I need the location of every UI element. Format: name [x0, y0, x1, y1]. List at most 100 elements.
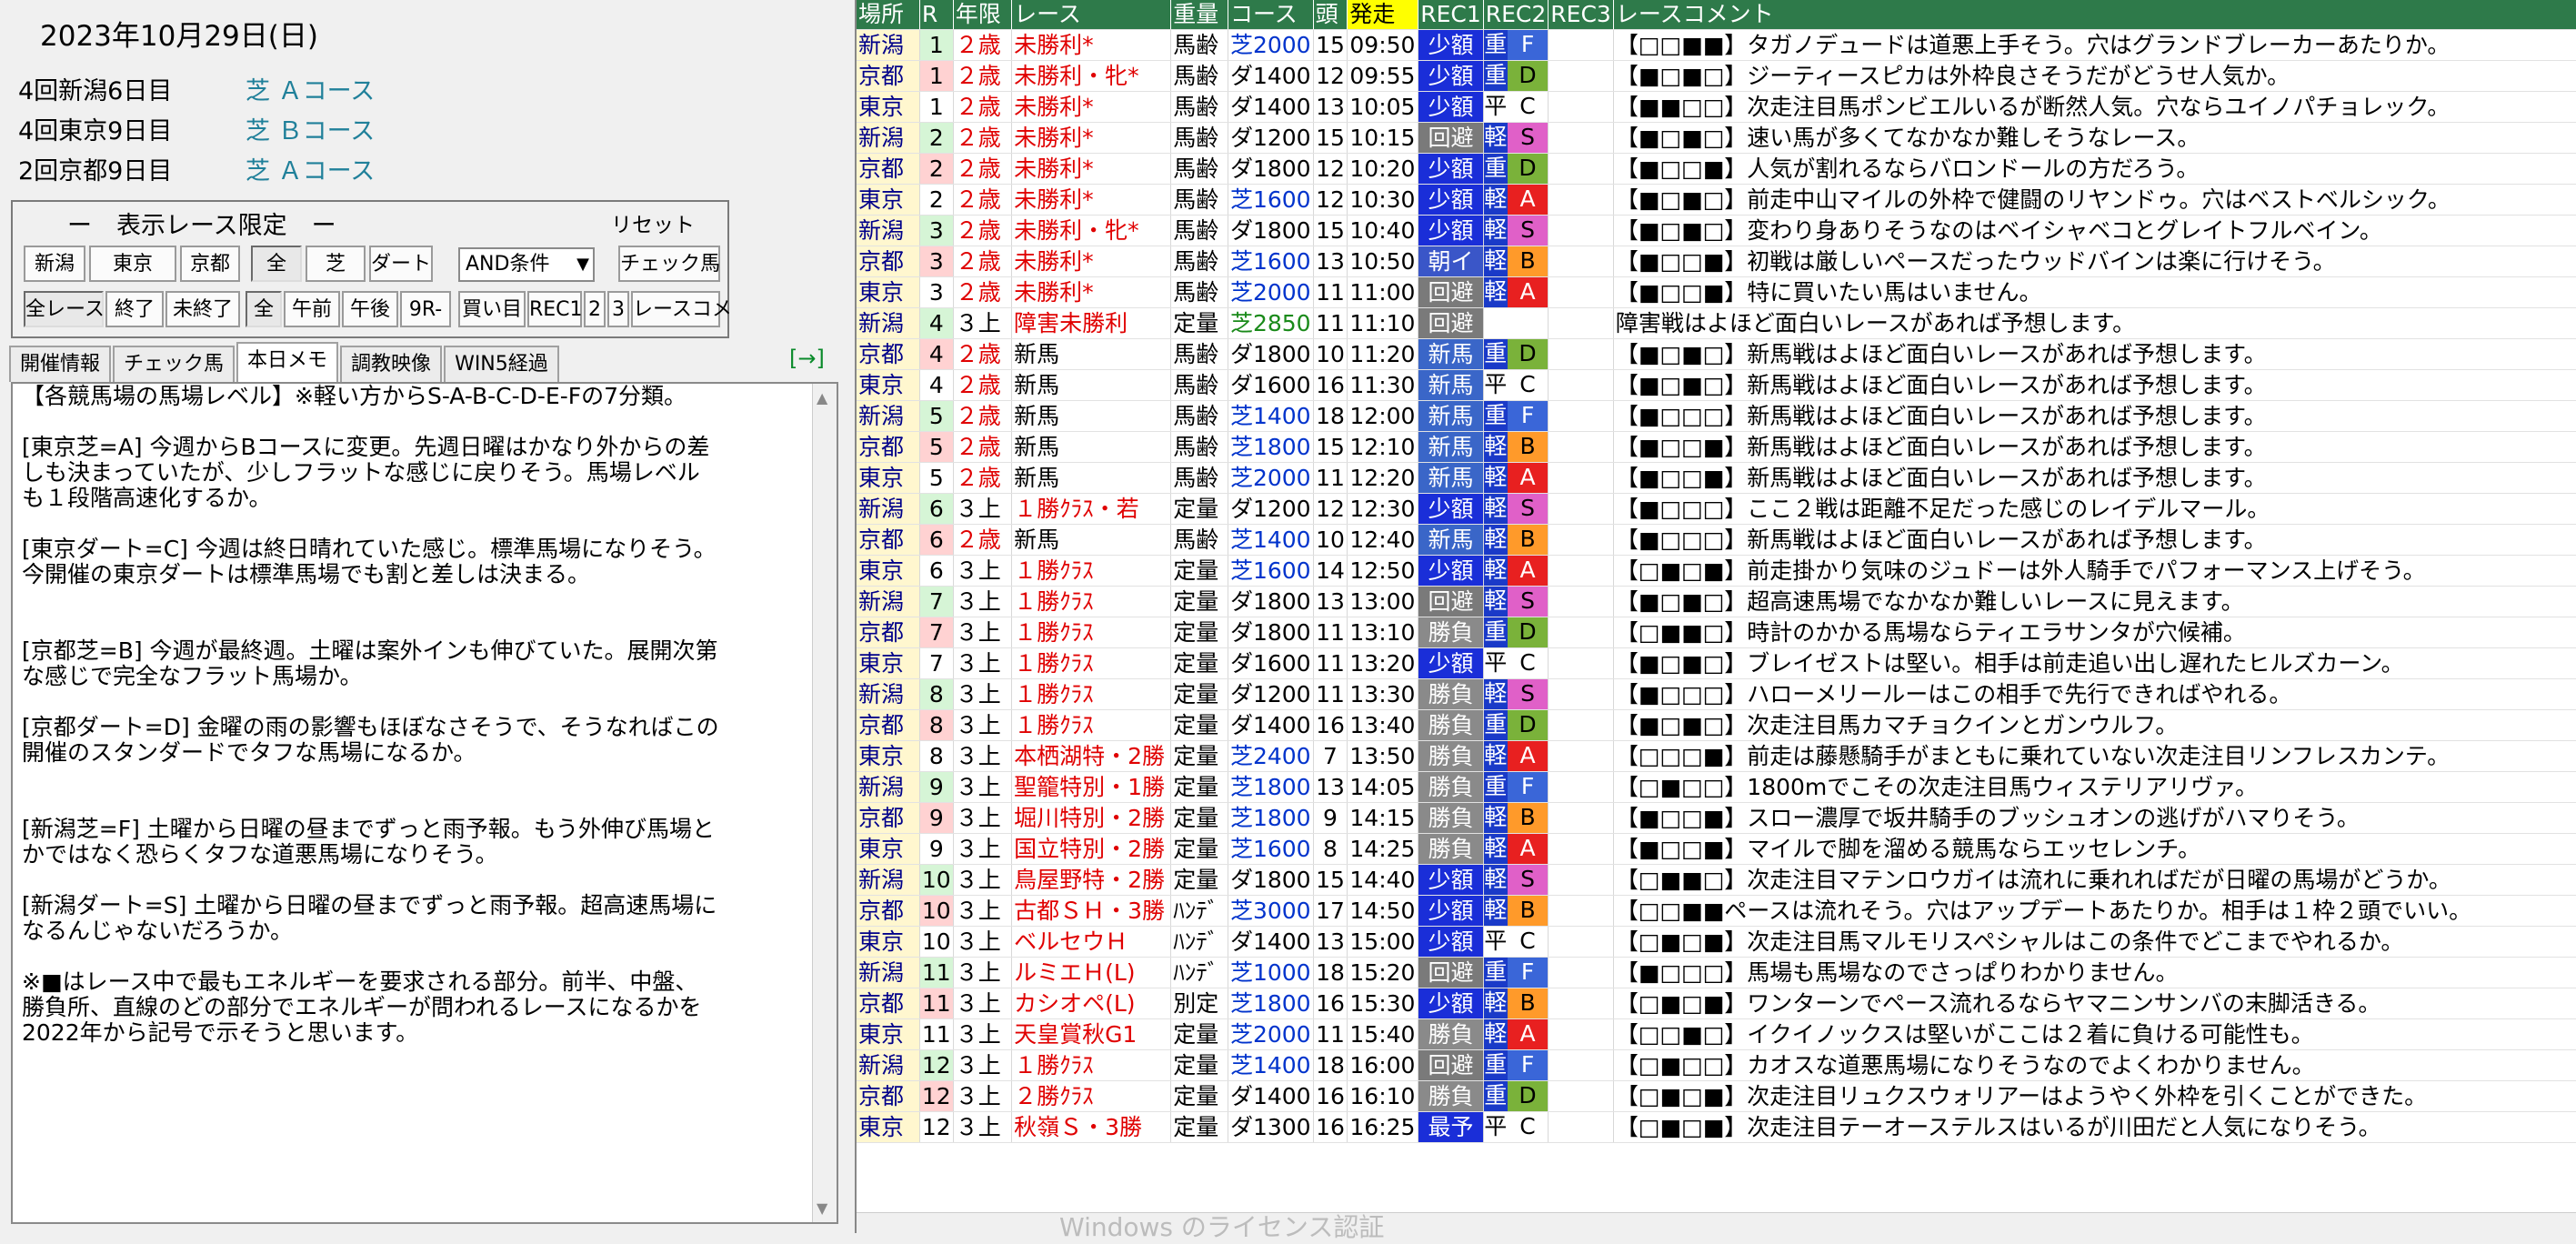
table-row[interactable]: 新潟 10 ３上 鳥屋野特・2勝 定量 ダ1800 15 14:40 少額軽 S 【□■■□】次走注… [857, 864, 2576, 896]
column-header[interactable]: R [919, 0, 954, 30]
age-cell: ２歳 [953, 524, 1013, 556]
scope-finished-button[interactable]: 終了 [105, 291, 164, 327]
runners-cell: 17 [1313, 895, 1348, 927]
table-row[interactable]: 新潟 12 ３上 １勝ｸﾗｽ 定量 芝1400 18 16:00 回避重 F 【□■□□】カオスな道… [857, 1049, 2576, 1081]
surface-all-button[interactable]: 全 [251, 246, 302, 282]
rec1-cell: 新馬 [1418, 400, 1484, 432]
scroll-up-icon[interactable]: ▲ [817, 389, 827, 406]
table-row[interactable]: 新潟 8 ３上 １勝ｸﾗｽ 定量 ダ1200 11 13:30 勝負軽 S 【■□□□】ハローメリー… [857, 678, 2576, 710]
column-header[interactable]: レースコメント [1613, 0, 2576, 30]
table-row[interactable]: 東京 7 ３上 １勝ｸﾗｽ 定量 ダ1600 11 13:20 少額平 C 【■□■□】ブレイゼスト… [857, 647, 2576, 679]
table-row[interactable]: 新潟 4 ３上 障害未勝利 定量 芝2850 11 11:10 回避 障害戦はよほど面白いレースが… [857, 307, 2576, 339]
table-row[interactable]: 京都 12 ３上 ２勝ｸﾗｽ 定量 ダ1400 16 16:10 勝負重 D 【□■□■】次走注目リ… [857, 1080, 2576, 1112]
table-row[interactable]: 京都 5 ２歳 新馬 馬齢 芝1800 15 12:10 新馬軽 B 【■□□■】新馬戦はよほど面白… [857, 431, 2576, 463]
table-row[interactable]: 新潟 2 ２歳 未勝利* 馬齢 ダ1200 15 10:15 回避軽 S 【■□■□】速い馬が多くて… [857, 122, 2576, 154]
course-cell: 芝1400 [1228, 400, 1314, 432]
time-afternoon-button[interactable]: 午後 [342, 291, 398, 327]
table-row[interactable]: 東京 2 ２歳 未勝利* 馬齢 芝1600 12 10:30 少額軽 A 【■□■□】前走中山マイル… [857, 184, 2576, 216]
table-row[interactable]: 京都 1 ２歳 未勝利・牝* 馬齢 ダ1400 12 09:55 少額重 D 【■□■□】ジーティー… [857, 60, 2576, 92]
column-header[interactable]: 頭 [1313, 0, 1348, 30]
scope-all-races-button[interactable]: 全レース [24, 291, 105, 327]
table-row[interactable]: 京都 10 ３上 古都ＳＨ・3勝 ﾊﾝﾃﾞ 芝3000 17 14:50 少額軽 B 【□□■■ペー… [857, 895, 2576, 927]
table-row[interactable]: 京都 6 ２歳 新馬 馬齢 芝1400 10 12:40 新馬軽 B 【■□□□】新馬戦はよほど面白… [857, 524, 2576, 556]
age-cell: ２歳 [953, 215, 1013, 246]
column-header[interactable]: REC3 [1548, 0, 1614, 30]
buy-target-button[interactable]: 買い目 [458, 291, 526, 327]
tab-today-memo[interactable]: 本日メモ [236, 342, 339, 382]
rec3-cell [1548, 60, 1614, 92]
table-row[interactable]: 新潟 1 ２歳 未勝利* 馬齢 芝2000 15 09:50 少額重 F 【□□■■】タガノデュード… [857, 29, 2576, 61]
column-header[interactable]: 年限 [953, 0, 1013, 30]
table-row[interactable]: 京都 4 ２歳 新馬 馬齢 ダ1800 10 11:20 新馬重 D 【■□■□】新馬戦はよほど面白… [857, 338, 2576, 370]
table-row[interactable]: 東京 1 ２歳 未勝利* 馬齢 ダ1400 13 10:05 少額平 C 【■■□□】次走注目馬ポン… [857, 91, 2576, 123]
table-row[interactable]: 東京 6 ３上 １勝ｸﾗｽ 定量 芝1600 14 12:50 少額軽 A 【□■□■】前走掛かり気… [857, 555, 2576, 587]
vertical-scrollbar[interactable]: ▲ ▼ [812, 384, 837, 1222]
condition-select[interactable]: AND条件 ▼ [458, 247, 595, 282]
table-row[interactable]: 新潟 7 ３上 １勝ｸﾗｽ 定量 ダ1800 13 13:00 回避軽 S 【■□■□】超高速馬場で… [857, 586, 2576, 617]
race-comment-cell: 【□□■□】イクイノックスは堅いがここは２着に負ける可能性も。 [1613, 1018, 2576, 1050]
tab-training-video[interactable]: 調教映像 [340, 346, 443, 382]
table-row[interactable]: 東京 3 ２歳 未勝利* 馬齢 芝2000 11 11:00 回避軽 A 【■□□■】特に買いたい馬… [857, 276, 2576, 308]
column-header[interactable]: 場所 [857, 0, 920, 30]
table-row[interactable]: 新潟 5 ２歳 新馬 馬齢 芝1400 18 12:00 新馬重 F 【■□□□】新馬戦はよほど面白… [857, 400, 2576, 432]
column-header[interactable]: レース [1011, 0, 1172, 30]
scope-unfinished-button[interactable]: 未終了 [165, 291, 240, 327]
table-row[interactable]: 京都 7 ３上 １勝ｸﾗｽ 定量 ダ1800 11 13:10 勝負重 D 【□■■□】時計のかかる… [857, 617, 2576, 648]
table-row[interactable]: 新潟 11 ３上 ルミエＨ(L) ﾊﾝﾃﾞ 芝1000 18 15:20 回避重 F 【■□□□】馬… [857, 957, 2576, 988]
course-cell: ダ1600 [1228, 369, 1314, 401]
surface-dirt-button[interactable]: ダート [369, 246, 433, 282]
table-row[interactable]: 京都 9 ３上 堀川特別・2勝 定量 芝1800 9 14:15 勝負軽 B 【■□□■】スロー濃厚… [857, 802, 2576, 834]
tab-check-horse[interactable]: チェック馬 [113, 346, 236, 382]
expand-arrow-icon[interactable]: [→] [789, 346, 825, 371]
rec2-cell: 平C [1483, 926, 1549, 958]
rec2-cell: 平C [1483, 369, 1549, 401]
tab-win5[interactable]: WIN5経過 [444, 346, 559, 382]
table-row[interactable]: 東京 4 ２歳 新馬 馬齢 ダ1600 16 11:30 新馬平 C 【■□■□】新馬戦はよほど面白… [857, 369, 2576, 401]
time-9r-button[interactable]: 9R- [400, 291, 451, 327]
table-row[interactable]: 京都 8 ３上 １勝ｸﾗｽ 定量 ダ1400 16 13:40 勝負重 D 【■□■□】次走注目馬カ… [857, 709, 2576, 741]
time-all-button[interactable]: 全 [246, 291, 282, 327]
table-row[interactable]: 京都 11 ３上 カシオペ(L) 別定 芝1800 16 15:30 少額軽 B 【□■□■】ワンタ… [857, 988, 2576, 1019]
race-comment-button[interactable]: レースコメ [631, 291, 732, 327]
course-cell: 芝1400 [1228, 1049, 1314, 1081]
table-row[interactable]: 東京 11 ３上 天皇賞秋G1 定量 芝2000 11 15:40 勝負軽 A 【□□■□】イクイノ… [857, 1018, 2576, 1050]
race-name-cell: 国立特別・2勝 [1011, 833, 1172, 865]
venue-kyoto-button[interactable]: 京都 [180, 246, 240, 282]
venue-tokyo-button[interactable]: 東京 [89, 246, 176, 282]
venue-cell: 京都 [857, 988, 920, 1019]
table-row[interactable]: 新潟 9 ３上 聖籠特別・1勝 定量 芝1800 13 14:05 勝負重 F 【□■□□】1800… [857, 771, 2576, 803]
rec1-cell: 少額 [1418, 215, 1484, 246]
race-number-cell: 2 [919, 153, 954, 185]
filter-reset-button[interactable]: リセット [611, 207, 695, 238]
track-level-badge: D [1507, 154, 1548, 184]
column-header[interactable]: コース [1228, 0, 1314, 30]
today-memo-textarea[interactable]: 【各競馬場の馬場レベル】※軽い方からS-A-B-C-D-E-Fの7分類。 [東京… [11, 382, 838, 1224]
table-row[interactable]: 東京 10 ３上 ベルセウＨ ﾊﾝﾃﾞ ダ1400 13 15:00 少額平 C 【□■□■】次走注… [857, 926, 2576, 958]
table-row[interactable]: 新潟 6 ３上 １勝ｸﾗｽ・若 定量 ダ1200 12 12:30 少額軽 S 【■□□□】ここ２戦… [857, 493, 2576, 525]
table-row[interactable]: 東京 5 ２歳 新馬 馬齢 芝2000 11 12:20 新馬軽 A 【■□□■】新馬戦はよほど面白… [857, 462, 2576, 494]
check-horse-button[interactable]: チェック馬 [618, 246, 720, 282]
table-row[interactable]: 東京 8 ３上 本栖湖特・2勝 定量 芝2400 7 13:50 勝負軽 A 【□□□■】前走は藤懸… [857, 740, 2576, 772]
rec1-button[interactable]: REC1 [527, 291, 583, 327]
rec3-cell [1548, 122, 1614, 154]
table-row[interactable]: 京都 2 ２歳 未勝利* 馬齢 ダ1800 12 10:20 少額重 D 【■□□■】人気が割れるな… [857, 153, 2576, 185]
column-header[interactable]: REC2 [1483, 0, 1549, 30]
surface-turf-button[interactable]: 芝 [306, 246, 366, 282]
runners-cell: 12 [1313, 493, 1348, 525]
column-header[interactable]: 重量 [1170, 0, 1228, 30]
scroll-down-icon[interactable]: ▼ [817, 1199, 827, 1217]
rec3-button[interactable]: 3 [607, 291, 629, 327]
table-row[interactable]: 東京 12 ３上 秋嶺Ｓ・3勝 定量 ダ1300 16 16:25 最予平 C 【□■□■】次走注目… [857, 1111, 2576, 1143]
rec1-cell: 少額 [1418, 153, 1484, 185]
column-header[interactable]: REC1 [1418, 0, 1484, 30]
track-level-badge: S [1507, 216, 1548, 246]
table-row[interactable]: 新潟 3 ２歳 未勝利・牝* 馬齢 ダ1800 15 10:40 少額軽 S 【■□■□】変わり身あ… [857, 215, 2576, 246]
table-row[interactable]: 京都 3 ２歳 未勝利* 馬齢 芝1600 13 10:50 朝イ軽 B 【■□□■】初戦は厳しいペ… [857, 246, 2576, 277]
track-level-badge: S [1507, 494, 1548, 524]
time-morning-button[interactable]: 午前 [284, 291, 340, 327]
rec2-button[interactable]: 2 [584, 291, 606, 327]
tab-meeting-info[interactable]: 開催情報 [9, 346, 112, 382]
column-header[interactable]: 発走 [1347, 0, 1419, 30]
table-row[interactable]: 東京 9 ３上 国立特別・2勝 定量 芝1600 8 14:25 勝負軽 A 【■□□■】マイルで脚… [857, 833, 2576, 865]
venue-niigata-button[interactable]: 新潟 [24, 246, 85, 282]
